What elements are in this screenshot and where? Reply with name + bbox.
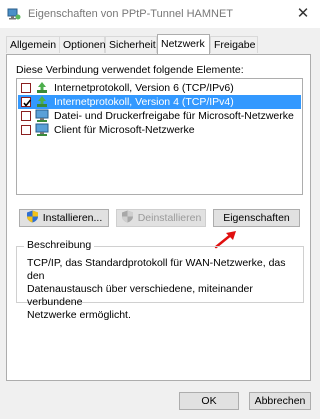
connection-items-list[interactable]: Internetprotokoll, Version 6 (TCP/IPv6) …	[16, 78, 303, 195]
close-button[interactable]: ✕	[294, 5, 312, 23]
item-checkbox[interactable]	[21, 111, 31, 121]
title-bar: Eigenschaften von PPtP-Tunnel HAMNET ✕	[0, 0, 320, 28]
item-checkbox[interactable]	[21, 125, 31, 135]
shield-icon	[121, 210, 133, 223]
item-label: Internetprotokoll, Version 4 (TCP/IPv4)	[54, 96, 234, 108]
network-connection-icon	[7, 8, 21, 20]
properties-dialog: Eigenschaften von PPtP-Tunnel HAMNET ✕ A…	[0, 0, 320, 419]
ok-button[interactable]: OK	[179, 392, 239, 410]
tab-sicherheit[interactable]: Sicherheit	[105, 36, 157, 53]
uninstall-button[interactable]: Deinstallieren	[116, 209, 206, 227]
list-item[interactable]: Client für Microsoft-Netzwerke	[18, 123, 301, 137]
uninstall-label: Deinstallieren	[137, 212, 202, 224]
window-title: Eigenschaften von PPtP-Tunnel HAMNET	[28, 8, 234, 20]
tab-optionen[interactable]: Optionen	[59, 36, 106, 53]
shield-icon	[26, 210, 38, 223]
tab-allgemein[interactable]: Allgemein	[6, 36, 60, 53]
network-protocol-icon	[37, 96, 47, 107]
item-label: Client für Microsoft-Netzwerke	[54, 124, 195, 136]
item-checkbox[interactable]	[21, 83, 31, 93]
tab-netzwerk[interactable]: Netzwerk	[157, 34, 210, 54]
item-label: Internetprotokoll, Version 6 (TCP/IPv6)	[54, 82, 234, 94]
list-item[interactable]: Internetprotokoll, Version 6 (TCP/IPv6)	[18, 81, 301, 95]
network-protocol-icon	[37, 82, 47, 93]
checkmark-icon	[23, 99, 32, 107]
list-item[interactable]: Internetprotokoll, Version 4 (TCP/IPv4)	[18, 95, 301, 109]
description-heading: Beschreibung	[24, 239, 95, 251]
network-service-icon	[35, 109, 49, 122]
connection-items-label: Diese Verbindung verwendet folgende Elem…	[16, 64, 244, 76]
network-client-icon	[35, 123, 49, 136]
install-label: Installieren...	[42, 212, 103, 224]
item-label: Datei- und Druckerfreigabe für Microsoft…	[54, 110, 294, 122]
tab-freigabe[interactable]: Freigabe	[210, 36, 258, 53]
item-checkbox[interactable]	[21, 97, 32, 107]
cancel-button[interactable]: Abbrechen	[249, 392, 311, 410]
install-button[interactable]: Installieren...	[19, 209, 109, 227]
description-text: TCP/IP, das Standardprotokoll für WAN-Ne…	[27, 257, 286, 321]
properties-button[interactable]: Eigenschaften	[213, 209, 300, 227]
list-item[interactable]: Datei- und Druckerfreigabe für Microsoft…	[18, 109, 301, 123]
